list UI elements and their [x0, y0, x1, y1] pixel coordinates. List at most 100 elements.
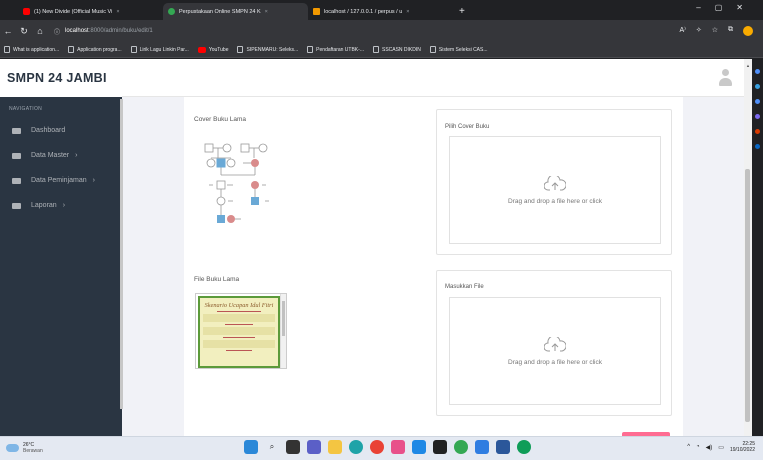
bookmark-item[interactable]: Sistem Seleksi CAS... [429, 46, 488, 53]
file-input-title: Masukkan File [445, 284, 484, 290]
reload-icon[interactable]: ↻ [16, 26, 32, 37]
file-explorer-icon[interactable] [328, 440, 342, 454]
page-icon [130, 46, 137, 53]
browser-icon[interactable] [517, 440, 531, 454]
page-icon [307, 46, 314, 53]
url-input[interactable]: ⓘ localhost :8000/admin/buku/edit/1 [54, 23, 679, 39]
sidebar-item-label: Data Master [31, 152, 70, 159]
home-icon[interactable]: ⌂ [32, 26, 48, 36]
sidebar-item-label: Laporan [31, 202, 57, 209]
pdf-scrollbar[interactable] [280, 294, 286, 368]
page-scrollbar[interactable]: ▲ [744, 59, 752, 436]
phpmyadmin-icon [313, 8, 320, 15]
outlook-icon[interactable] [755, 144, 760, 149]
bookmark-item[interactable]: What is application... [4, 46, 59, 53]
weather-widget[interactable]: 26°C Berawan [6, 442, 43, 454]
info-icon[interactable]: ⓘ [54, 27, 60, 36]
sidebar-scrollbar[interactable] [120, 99, 123, 409]
bookmark-item[interactable]: SIPENMARU: Seleks... [237, 46, 298, 53]
system-tray: ^ ◔ ◀) ▭ 22:25 19/10/2022 [687, 441, 755, 453]
scroll-up-icon[interactable]: ▲ [746, 63, 750, 68]
bookmark-label: SSCASN DIKDIN [381, 46, 421, 53]
chat-icon[interactable] [307, 440, 321, 454]
favorites-star-icon[interactable]: ☆ [712, 26, 718, 36]
dropzone-text: Drag and drop a file here or click [508, 358, 602, 366]
close-tab-icon[interactable]: × [406, 9, 409, 15]
chrome-icon[interactable] [370, 440, 384, 454]
edit-book-form: Cover Buku Lama Pilih Cover Buku Drag an… [184, 97, 683, 436]
clock[interactable]: 22:25 19/10/2022 [730, 441, 755, 453]
page-icon [237, 46, 244, 53]
file-dropzone[interactable]: Drag and drop a file here or click [449, 297, 661, 405]
sidebar-item-label: Data Peminjaman [31, 177, 87, 184]
chevron-right-icon: › [75, 152, 78, 159]
back-icon[interactable]: ← [0, 26, 16, 36]
cloud-icon [6, 444, 19, 452]
scrollbar-thumb[interactable] [745, 169, 750, 422]
sidebar-item-data-master[interactable]: Data Master › [0, 143, 122, 168]
games-icon[interactable] [755, 114, 760, 119]
user-avatar-icon[interactable] [718, 69, 732, 87]
weather-condition: Berawan [23, 448, 43, 454]
app-icon[interactable] [454, 440, 468, 454]
sidebar-item-laporan[interactable]: Laporan › [0, 193, 122, 218]
windows-taskbar: 26°C Berawan ⌕ ^ ◔ ◀) ▭ 22:25 19/10/2022 [0, 436, 763, 460]
sidebar-item-data-peminjaman[interactable]: Data Peminjaman › [0, 168, 122, 193]
youtube-icon [197, 46, 206, 53]
sidebar: SMPN 24 JAMBI NAVIGATION Dashboard Data … [0, 59, 123, 436]
bookmark-item[interactable]: Pendaftaran UTBK-... [307, 46, 364, 53]
pdf-title: Skenario Ucapan Idul Fitri [204, 302, 274, 309]
bookmarks-bar: What is application... Application progr… [0, 42, 763, 58]
search-icon[interactable] [755, 69, 760, 74]
cover-upload-card: Pilih Cover Buku Drag and drop a file he… [436, 109, 672, 255]
cover-dropzone[interactable]: Drag and drop a file here or click [449, 136, 661, 244]
browser-tab-youtube[interactable]: (1) New Divide (Official Music Vi × [18, 3, 163, 20]
notes-icon[interactable] [475, 440, 489, 454]
browser-tab-perpustakaan[interactable]: Perpustakaan Online SMPN 24 K × [163, 3, 308, 20]
store-icon[interactable] [391, 440, 405, 454]
bookmark-item[interactable]: YouTube [197, 46, 228, 53]
upload-cloud-icon [544, 336, 566, 351]
close-tab-icon[interactable]: × [116, 9, 119, 15]
window-controls[interactable]: –▢✕ [696, 3, 757, 12]
sidebar-item-dashboard[interactable]: Dashboard [0, 118, 122, 143]
chevron-up-icon[interactable]: ^ [687, 444, 690, 450]
close-tab-icon[interactable]: × [265, 9, 268, 15]
new-tab-button[interactable]: + [453, 3, 471, 20]
volume-icon[interactable]: ◀) [706, 444, 713, 451]
cover-old-image [204, 143, 269, 223]
windows-start-icon[interactable] [244, 440, 258, 454]
edge-icon[interactable] [349, 440, 363, 454]
file-old-preview[interactable]: Skenario Ucapan Idul Fitri [195, 293, 287, 369]
bookmark-label: Application progra... [77, 46, 122, 53]
shopping-icon[interactable] [755, 84, 760, 89]
chevron-right-icon: › [92, 177, 95, 184]
bookmark-item[interactable]: Application progra... [68, 46, 122, 53]
wifi-icon[interactable]: ◔ [696, 444, 700, 450]
dropzone-text: Drag and drop a file here or click [508, 197, 602, 205]
taskbar-apps: ⌕ [244, 440, 531, 454]
bookmark-item[interactable]: Lirik Lagu Linkin Par... [130, 46, 189, 53]
task-view-icon[interactable] [286, 440, 300, 454]
read-aloud-icon[interactable]: A⁾ [679, 26, 685, 36]
extensions-icon[interactable]: ✧ [696, 26, 702, 36]
office-icon[interactable] [755, 129, 760, 134]
tools-icon[interactable] [755, 99, 760, 104]
cover-pick-title: Pilih Cover Buku [445, 124, 490, 130]
bookmark-label: SIPENMARU: Seleks... [246, 46, 299, 53]
page-icon [429, 46, 436, 53]
bookmark-item[interactable]: SSCASN DIKDIN [372, 46, 421, 53]
page-viewport: SMPN 24 JAMBI NAVIGATION Dashboard Data … [0, 59, 752, 436]
search-icon[interactable]: ⌕ [265, 440, 279, 454]
pdf-page: Skenario Ucapan Idul Fitri [198, 296, 280, 368]
terminal-icon[interactable] [433, 440, 447, 454]
battery-icon[interactable]: ▭ [718, 444, 724, 451]
profile-avatar[interactable] [743, 26, 753, 36]
vscode-icon[interactable] [412, 440, 426, 454]
bookmark-label: Lirik Lagu Linkin Par... [139, 46, 189, 53]
brand-logo[interactable]: SMPN 24 JAMBI [0, 59, 122, 97]
clock-date: 19/10/2022 [729, 447, 755, 453]
browser-tab-phpmyadmin[interactable]: localhost / 127.0.0.1 / perpus / u × [308, 3, 453, 20]
word-icon[interactable] [496, 440, 510, 454]
collections-icon[interactable]: ⧉ [728, 26, 733, 36]
